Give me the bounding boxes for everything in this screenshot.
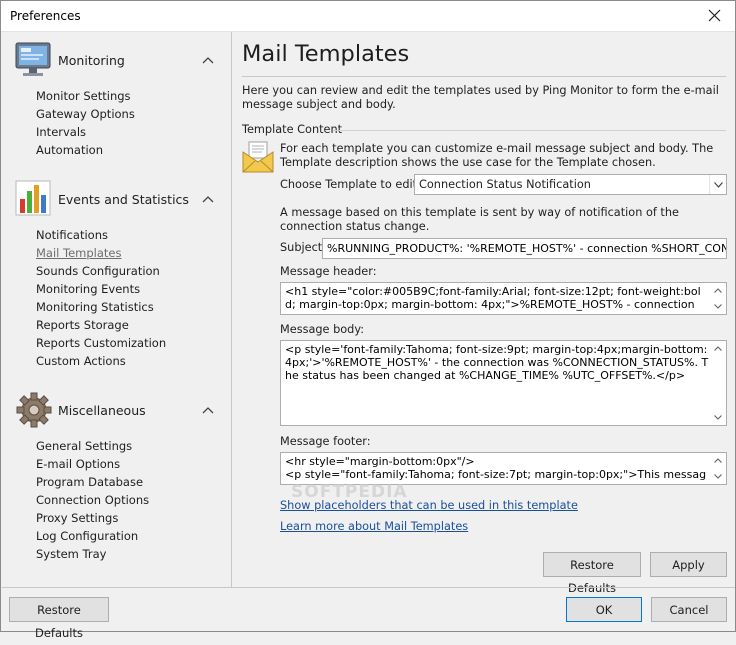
ok-button[interactable]: OK <box>566 597 642 622</box>
page-title: Mail Templates <box>242 41 410 67</box>
body-scrollbar[interactable] <box>709 341 726 425</box>
footer-scrollbar[interactable] <box>709 453 726 484</box>
sidebar-item-proxy-settings[interactable]: Proxy Settings <box>36 509 149 527</box>
header-label: Message header: <box>280 265 377 278</box>
sidebar-item-monitor-settings[interactable]: Monitor Settings <box>36 87 135 105</box>
sidebar-item-intervals[interactable]: Intervals <box>36 123 135 141</box>
subject-field[interactable]: %RUNNING_PRODUCT%: '%REMOTE_HOST%' - con… <box>322 238 727 259</box>
intro-text: Here you can review and edit the templat… <box>242 84 719 111</box>
sidebar-item-program-database[interactable]: Program Database <box>36 473 149 491</box>
chevron-up-icon <box>202 196 214 203</box>
message-header-field[interactable]: <h1 style="color:#005B9C;font-family:Ari… <box>280 282 727 315</box>
sidebar: Monitoring Monitor Settings Gateway Opti… <box>2 32 232 587</box>
sidebar-item-system-tray[interactable]: System Tray <box>36 545 149 563</box>
content-panel: Mail Templates Here you can review and e… <box>233 32 735 595</box>
footer-restore-defaults-button[interactable]: Restore Defaults <box>9 597 109 640</box>
restore-defaults-button[interactable]: Restore Defaults <box>543 552 641 595</box>
subject-value: %RUNNING_PRODUCT%: '%REMOTE_HOST%' - con… <box>327 242 726 255</box>
scroll-up-icon <box>714 458 722 463</box>
template-select-arrow[interactable] <box>709 175 726 194</box>
chevron-down-icon <box>714 182 723 188</box>
chevron-up-icon <box>202 57 214 64</box>
scroll-up-icon <box>714 346 722 351</box>
monitoring-items: Monitor Settings Gateway Options Interva… <box>36 87 135 159</box>
group-title-miscellaneous: Miscellaneous <box>58 403 146 418</box>
close-icon <box>708 9 721 22</box>
body-label: Message body: <box>280 323 365 336</box>
sidebar-item-monitoring-events[interactable]: Monitoring Events <box>36 280 166 298</box>
choose-template-label: Choose Template to edit: <box>280 178 421 191</box>
title-divider <box>242 76 726 77</box>
sidebar-item-sounds-configuration[interactable]: Sounds Configuration <box>36 262 166 280</box>
misc-items: General Settings E-mail Options Program … <box>36 437 149 563</box>
bar-chart-icon <box>15 180 51 216</box>
subject-label: Subject: <box>280 241 327 254</box>
message-footer-value: <hr style="margin-bottom:0px"/> <p style… <box>285 455 707 484</box>
message-body-value: <p style='font-family:Tahoma; font-size:… <box>285 343 709 382</box>
sidebar-item-general-settings[interactable]: General Settings <box>36 437 149 455</box>
events-items: Notifications Mail Templates Sounds Conf… <box>36 226 166 370</box>
preferences-window: Preferences Monitoring Monitor Settings … <box>0 0 736 640</box>
scroll-up-icon <box>714 288 722 293</box>
scroll-down-icon <box>714 415 722 420</box>
section-label: Template Content <box>242 123 343 136</box>
monitor-icon <box>15 42 51 76</box>
message-header-value: <h1 style="color:#005B9C;font-family:Ari… <box>285 285 701 311</box>
sidebar-item-log-configuration[interactable]: Log Configuration <box>36 527 149 545</box>
sidebar-item-email-options[interactable]: E-mail Options <box>36 455 149 473</box>
learn-more-link[interactable]: Learn more about Mail Templates <box>280 520 468 533</box>
sidebar-item-reports-customization[interactable]: Reports Customization <box>36 334 166 352</box>
group-monitoring-header[interactable]: Monitoring <box>2 40 231 84</box>
section-description: For each template you can customize e-ma… <box>280 142 714 169</box>
cancel-button[interactable]: Cancel <box>651 597 727 622</box>
title-bar: Preferences <box>1 1 735 32</box>
footer-divider <box>2 587 735 588</box>
window-title: Preferences <box>10 9 81 23</box>
group-title-events-statistics: Events and Statistics <box>58 192 189 207</box>
footer-label: Message footer: <box>280 435 371 448</box>
envelope-icon <box>242 141 274 173</box>
scroll-down-icon <box>714 304 722 309</box>
apply-button[interactable]: Apply <box>650 552 727 577</box>
scroll-down-icon <box>714 474 722 479</box>
message-footer-field[interactable]: <hr style="margin-bottom:0px"/> <p style… <box>280 452 727 485</box>
sidebar-item-custom-actions[interactable]: Custom Actions <box>36 352 166 370</box>
section-divider <box>333 130 726 131</box>
template-select[interactable]: Connection Status Notification <box>414 174 727 195</box>
chevron-up-icon <box>202 407 214 414</box>
sidebar-item-connection-options[interactable]: Connection Options <box>36 491 149 509</box>
sidebar-item-notifications[interactable]: Notifications <box>36 226 166 244</box>
template-select-value: Connection Status Notification <box>419 178 591 191</box>
sidebar-item-gateway-options[interactable]: Gateway Options <box>36 105 135 123</box>
group-title-monitoring: Monitoring <box>58 53 125 68</box>
group-events-header[interactable]: Events and Statistics <box>2 179 231 223</box>
sidebar-item-reports-storage[interactable]: Reports Storage <box>36 316 166 334</box>
group-misc-header[interactable]: Miscellaneous <box>2 390 231 434</box>
gear-icon <box>16 392 52 428</box>
watermark: SOFTPEDIA <box>291 482 408 502</box>
sidebar-item-monitoring-statistics[interactable]: Monitoring Statistics <box>36 298 166 316</box>
message-body-field[interactable]: <p style='font-family:Tahoma; font-size:… <box>280 340 727 426</box>
close-button[interactable] <box>695 1 735 31</box>
sidebar-item-mail-templates[interactable]: Mail Templates <box>36 244 166 262</box>
header-scrollbar[interactable] <box>709 283 726 314</box>
template-description: A message based on this template is sent… <box>280 206 679 233</box>
sidebar-item-automation[interactable]: Automation <box>36 141 135 159</box>
